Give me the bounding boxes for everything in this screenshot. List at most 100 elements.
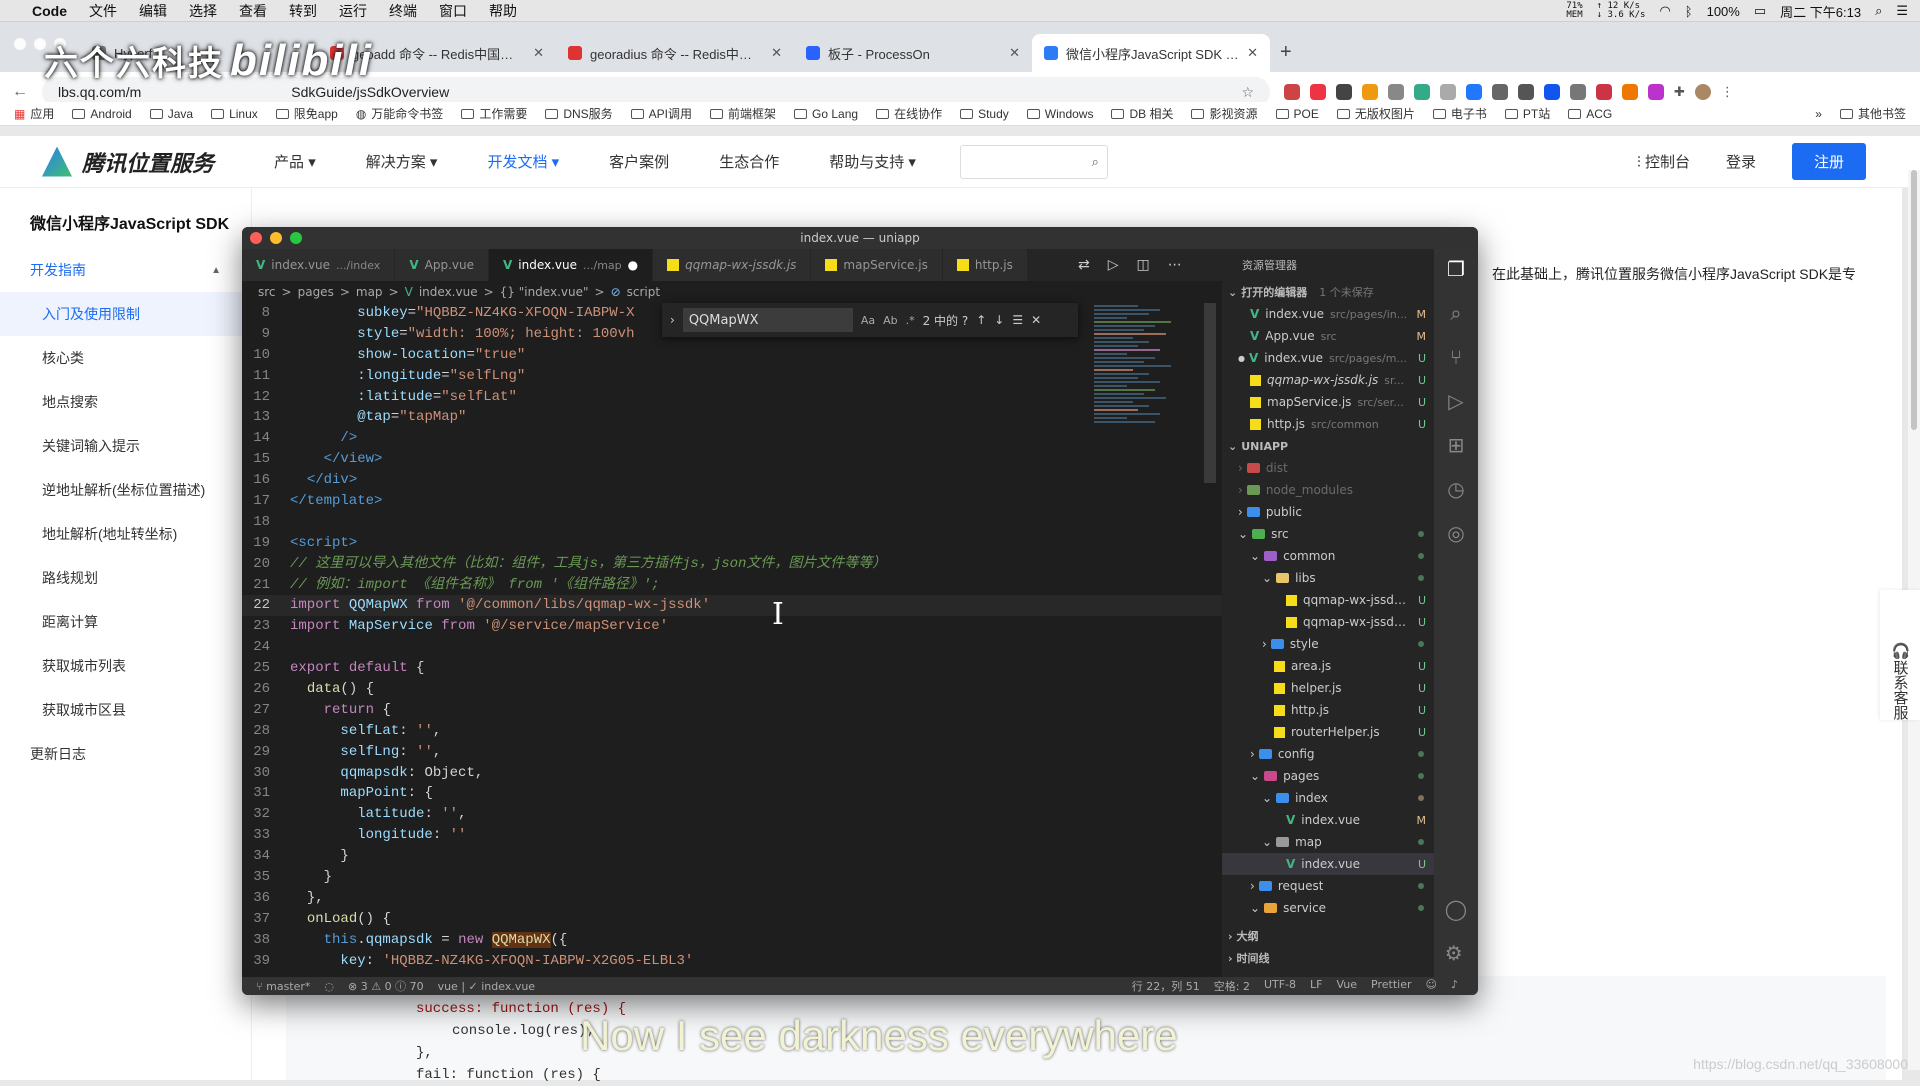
support-button[interactable]: 🎧联系客服 [1880,590,1920,720]
menu-window[interactable]: 窗口 [439,1,467,21]
minimap[interactable] [1094,303,1204,583]
sidebar-item-city-list[interactable]: 获取城市列表 [0,644,251,688]
toggle-replace-icon[interactable]: › [670,313,675,327]
clock[interactable]: 周二 下午6:13 [1780,2,1861,21]
menu-select[interactable]: 选择 [189,1,217,21]
sidebar-item-intro[interactable]: 入门及使用限制 [0,292,251,336]
nav-help[interactable]: 帮助与支持 ▾ [829,151,916,172]
site-logo[interactable]: 腾讯位置服务 [42,146,214,178]
tree-file[interactable]: http.jsU [1222,699,1434,721]
notifications-icon[interactable]: ♪ [1451,978,1458,994]
nav-products[interactable]: 产品 ▾ [274,151,316,172]
next-match-icon[interactable]: ↓ [994,313,1004,327]
close-tab-icon[interactable]: ✕ [533,45,544,61]
menu-terminal[interactable]: 终端 [389,1,417,21]
editor-tab-active[interactable]: Vindex.vue.../map● [489,249,653,281]
extension-icon[interactable] [1570,84,1586,100]
match-case-toggle[interactable]: Aa [861,314,875,327]
tree-file[interactable]: Vindex.vueM [1222,809,1434,831]
tree-folder[interactable]: ⌄src [1222,523,1434,545]
tree-folder[interactable]: ›request [1222,875,1434,897]
editor-scrollbar[interactable] [1204,303,1216,483]
menu-edit[interactable]: 编辑 [139,1,167,21]
extension-icon[interactable] [1596,84,1612,100]
register-button[interactable]: 注册 [1792,143,1866,180]
bookmark-folder[interactable]: Go Lang [794,107,858,121]
more-actions-icon[interactable]: ⋯ [1168,257,1182,273]
source-control-icon[interactable]: ⑂ [1450,345,1462,369]
whole-word-toggle[interactable]: Ab [883,314,898,327]
wifi-icon[interactable]: ◠ [1659,3,1670,19]
formatter[interactable]: Prettier [1371,978,1411,994]
sidebar-item-district[interactable]: 获取城市区县 [0,688,251,732]
tree-file[interactable]: routerHelper.jsU [1222,721,1434,743]
bookmark-folder[interactable]: Study [960,107,1009,121]
bookmark-star-icon[interactable]: ☆ [1241,84,1254,101]
split-editor-icon[interactable]: ◫ [1137,257,1150,273]
bookmark-folder[interactable]: API调用 [631,105,692,122]
search-icon[interactable]: ⌕ [1450,301,1461,325]
search-icon[interactable]: ⌕ [1092,154,1099,170]
run-icon[interactable]: ▷ [1108,257,1119,273]
memory-indicator[interactable]: 71%MEM [1566,2,1582,20]
tree-file-selected[interactable]: Vindex.vueU [1222,853,1434,875]
tree-folder[interactable]: ⌄pages [1222,765,1434,787]
vscode-close-button[interactable] [250,232,262,244]
bookmarks-overflow[interactable]: » [1815,107,1822,121]
menu-view[interactable]: 查看 [239,1,267,21]
extensions-puzzle-icon[interactable]: ✚ [1674,84,1685,100]
account-icon[interactable]: ◯ [1445,897,1467,921]
search-icon[interactable]: ⌕ [1875,3,1882,19]
tree-folder[interactable]: ⌄common [1222,545,1434,567]
bookmark-folder[interactable]: POE [1276,107,1319,121]
menu-run[interactable]: 运行 [339,1,367,21]
extension-icon[interactable] [1492,84,1508,100]
extension-icon[interactable] [1518,84,1534,100]
bookmark-folder[interactable]: PT站 [1505,105,1550,122]
bookmark-folder[interactable]: 工作需要 [461,105,527,122]
battery-icon[interactable]: ▭ [1754,3,1766,19]
bookmark-folder[interactable]: Android [72,107,131,121]
menu-help[interactable]: 帮助 [489,1,517,21]
extension-icon[interactable] [1310,84,1326,100]
bookmark-folder[interactable]: 前端框架 [710,105,776,122]
login-link[interactable]: 登录 [1726,151,1756,172]
bookmark-link[interactable]: ◍万能命令书签 [356,105,444,122]
nav-docs[interactable]: 开发文档 ▾ [487,151,559,172]
menu-file[interactable]: 文件 [89,1,117,21]
bookmark-other[interactable]: 其他书签 [1840,105,1906,122]
nav-solutions[interactable]: 解决方案 ▾ [366,151,438,172]
close-tab-icon[interactable]: ✕ [771,45,782,61]
sidebar-item-suggestion[interactable]: 关键词输入提示 [0,424,251,468]
adblock-icon[interactable] [1284,84,1300,100]
language-crumb[interactable]: vue | ✓ index.vue [438,980,536,993]
sidebar-item-direction[interactable]: 路线规划 [0,556,251,600]
bookmark-folder[interactable]: 影视资源 [1191,105,1257,122]
browser-tab[interactable]: georadius 命令 -- Redis中国用户✕ [556,34,794,72]
timeline-section[interactable]: ›时间线 [1222,947,1434,969]
editor-tab[interactable]: Vindex.vue.../index [242,249,395,281]
sidebar-item-geocoder[interactable]: 地址解析(地址转坐标) [0,512,251,556]
git-branch[interactable]: ⑂ master* [256,980,310,993]
browser-tab-active[interactable]: 微信小程序JavaScript SDK | 腾讯✕ [1032,34,1270,72]
tree-file[interactable]: area.jsU [1222,655,1434,677]
menu-goto[interactable]: 转到 [289,1,317,21]
nav-ecosystem[interactable]: 生态合作 [719,151,779,172]
extension-icon[interactable] [1648,84,1664,100]
compare-icon[interactable]: ⇄ [1078,257,1090,273]
open-editor-item[interactable]: ●Vindex.vuesrc/pages/m...U [1222,347,1434,369]
line-ending[interactable]: LF [1310,978,1322,994]
find-in-selection-icon[interactable]: ☰ [1012,313,1023,327]
sidebar-section-guide[interactable]: 开发指南▲ [0,248,251,292]
tree-folder[interactable]: ›style [1222,633,1434,655]
close-tab-icon[interactable]: ✕ [1009,45,1020,61]
network-speed[interactable]: ↑ 12 K/s↓ 3.6 K/s [1597,2,1646,20]
close-find-icon[interactable]: ✕ [1031,313,1041,327]
outline-section[interactable]: ›大纲 [1222,925,1434,947]
sidebar-item-changelog[interactable]: 更新日志 [0,732,251,776]
extension-icon[interactable] [1362,84,1378,100]
editor-tab[interactable]: http.js [943,249,1028,281]
bluetooth-icon[interactable]: ᛒ [1685,4,1693,19]
tree-folder[interactable]: ›node_modules [1222,479,1434,501]
bookmark-folder[interactable]: 在线协作 [876,105,942,122]
